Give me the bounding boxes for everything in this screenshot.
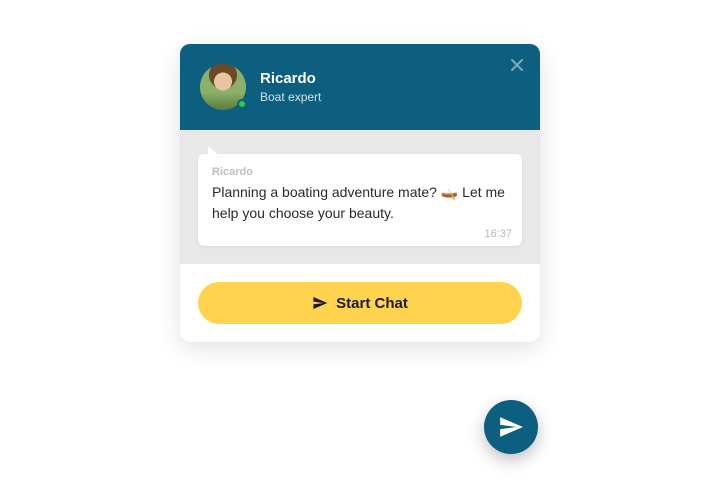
chat-footer: Start Chat [180,264,540,342]
agent-info: Ricardo Boat expert [260,70,321,104]
close-icon [508,56,526,74]
chat-body: Ricardo Planning a boating adventure mat… [180,130,540,264]
start-chat-label: Start Chat [336,295,408,312]
agent-name: Ricardo [260,70,321,88]
paper-plane-icon [312,295,328,311]
presence-indicator [237,99,247,109]
message-bubble: Ricardo Planning a boating adventure mat… [198,154,522,246]
chat-header: Ricardo Boat expert [180,44,540,130]
agent-role: Boat expert [260,90,321,104]
start-chat-button[interactable]: Start Chat [198,282,522,324]
paper-plane-icon [498,414,524,440]
chat-widget: Ricardo Boat expert Ricardo Planning a b… [180,44,540,342]
close-button[interactable] [508,56,526,74]
message-time: 16:37 [484,228,512,240]
agent-avatar[interactable] [200,64,246,110]
chat-launcher-fab[interactable] [484,400,538,454]
message-text: Planning a boating adventure mate? 🛶 Let… [212,182,508,224]
message-sender: Ricardo [212,166,508,178]
